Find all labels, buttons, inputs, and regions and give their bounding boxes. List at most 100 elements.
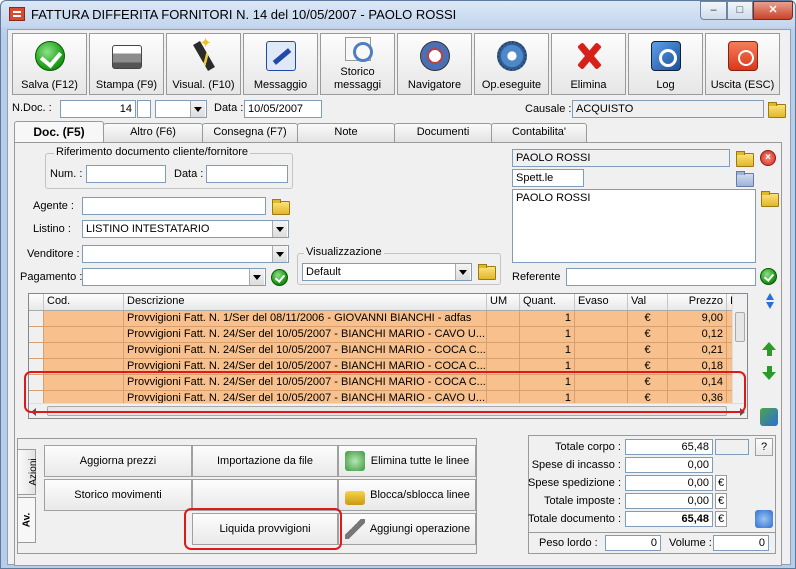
col-prezzo[interactable]: Prezzo [668,294,727,310]
ndoc-field[interactable]: 14 [60,100,136,118]
log-button[interactable]: Log [628,33,703,95]
close-button[interactable]: ✕ [753,1,793,20]
pagamento-dropdown[interactable] [82,268,266,286]
scroll-thumb[interactable] [735,312,745,342]
aggiungi-operazione-button[interactable]: Aggiungi operazione [338,513,476,545]
referente-field[interactable] [566,268,756,286]
cell-quant[interactable]: 1 [520,311,575,326]
folder-icon[interactable] [767,101,786,118]
cell-desc[interactable]: Provvigioni Fatt. N. 1/Ser del 08/11/200… [124,311,487,326]
tab-azioni[interactable]: Azioni [17,449,39,495]
save-button[interactable]: Salva (F12) [12,33,87,95]
agente-label: Agente : [33,200,74,212]
confirm-check-icon[interactable] [760,268,777,285]
peso-lordo-value[interactable]: 0 [605,535,661,551]
cell-val[interactable]: € [628,327,668,342]
cell-prezzo[interactable]: 0,12 [668,327,727,342]
tab-note[interactable]: Note [297,123,395,142]
visualizzazione-dropdown[interactable]: Default [302,263,472,281]
importazione-button[interactable]: Importazione da file [192,445,338,477]
spett-field[interactable]: Spett.le [512,169,584,187]
col-quant[interactable]: Quant. [520,294,575,310]
spese-spedizione-value[interactable]: 0,00 [625,475,713,491]
maximize-button[interactable]: □ [727,1,753,20]
folder-icon[interactable] [760,190,779,207]
table-row[interactable]: Provvigioni Fatt. N. 24/Ser del 10/05/20… [29,327,734,343]
cell-um[interactable] [487,311,520,326]
folder-icon[interactable] [271,198,290,215]
col-descrizione[interactable]: Descrizione [124,294,487,310]
confirm-check-icon[interactable] [271,269,288,286]
cell-desc[interactable]: Provvigioni Fatt. N. 24/Ser del 10/05/20… [124,343,487,358]
col-evaso[interactable]: Evaso [575,294,628,310]
message-button[interactable]: Messaggio [243,33,318,95]
cell-val[interactable]: € [628,311,668,326]
date-field[interactable]: 10/05/2007 [244,100,322,118]
print-button[interactable]: Stampa (F9) [89,33,164,95]
tab-av[interactable]: Av. [17,497,36,543]
table-row[interactable]: Provvigioni Fatt. N. 24/Ser del 10/05/20… [29,343,734,359]
visual-button[interactable]: Visual. (F10) [166,33,241,95]
col-um[interactable]: UM [487,294,520,310]
causale-field[interactable]: ACQUISTO [572,100,764,118]
tab-consegna[interactable]: Consegna (F7) [202,123,298,142]
row-selector[interactable] [29,327,44,342]
tab-altro[interactable]: Altro (F6) [103,123,203,142]
cell-evaso[interactable] [575,327,628,342]
cell-evaso[interactable] [575,343,628,358]
tab-doc[interactable]: Doc. (F5) [14,121,104,142]
exit-button[interactable]: Uscita (ESC) [705,33,780,95]
empty-action-button[interactable] [192,479,338,511]
cell-cod[interactable] [44,343,124,358]
ref-num-field[interactable] [86,165,166,183]
cell-val[interactable]: € [628,343,668,358]
cell-quant[interactable]: 1 [520,343,575,358]
ref-date-field[interactable] [206,165,288,183]
agente-field[interactable] [82,197,266,215]
cell-cod[interactable] [44,327,124,342]
operations-done-button[interactable]: Op.eseguite [474,33,549,95]
minimize-button[interactable]: – [700,1,727,20]
cell-desc[interactable]: Provvigioni Fatt. N. 24/Ser del 10/05/20… [124,327,487,342]
cell-quant[interactable]: 1 [520,327,575,342]
cell-prezzo[interactable]: 9,00 [668,311,727,326]
ndoc-series-field[interactable] [137,100,151,118]
cell-prezzo[interactable]: 0,21 [668,343,727,358]
tab-documenti[interactable]: Documenti [394,123,492,142]
address-textarea[interactable]: PAOLO ROSSI [512,189,756,263]
move-up-icon[interactable] [760,340,778,358]
storico-movimenti-button[interactable]: Storico movimenti [44,479,192,511]
col-cod[interactable]: Cod. [44,294,124,310]
delete-button[interactable]: Elimina [551,33,626,95]
folder-icon[interactable] [735,150,754,167]
row-selector[interactable] [29,343,44,358]
sort-updown-icon[interactable] [760,293,778,311]
aggiungi-label: Aggiungi operazione [369,523,471,535]
table-row[interactable]: Provvigioni Fatt. N. 1/Ser del 08/11/200… [29,311,734,327]
folder-icon[interactable] [477,263,496,280]
col-val[interactable]: Val [628,294,668,310]
cell-um[interactable] [487,327,520,342]
cell-evaso[interactable] [575,311,628,326]
clear-fornitore-icon[interactable]: × [760,150,776,166]
volume-value[interactable]: 0 [713,535,769,551]
help-button[interactable]: ? [755,438,773,456]
refresh-lines-icon[interactable] [760,408,778,426]
cell-cod[interactable] [44,311,124,326]
navigator-button[interactable]: Navigatore [397,33,472,95]
tab-contabilita[interactable]: Contabilita' [491,123,587,142]
cell-um[interactable] [487,343,520,358]
fornitore-name-field[interactable]: PAOLO ROSSI [512,149,730,167]
venditore-dropdown[interactable] [82,245,289,263]
move-down-icon[interactable] [760,365,778,383]
address-book-icon[interactable] [735,170,754,187]
spese-incasso-value[interactable]: 0,00 [625,457,713,473]
listino-dropdown[interactable]: LISTINO INTESTATARIO [82,220,289,238]
aggiorna-prezzi-button[interactable]: Aggiorna prezzi [44,445,192,477]
calculate-icon[interactable] [755,510,773,528]
row-selector[interactable] [29,311,44,326]
history-messages-button[interactable]: Storico messaggi [320,33,395,95]
elimina-linee-button[interactable]: Elimina tutte le linee [338,445,476,477]
ndoc-series-dropdown[interactable] [155,100,207,118]
blocca-sblocca-button[interactable]: Blocca/sblocca linee [338,479,476,511]
